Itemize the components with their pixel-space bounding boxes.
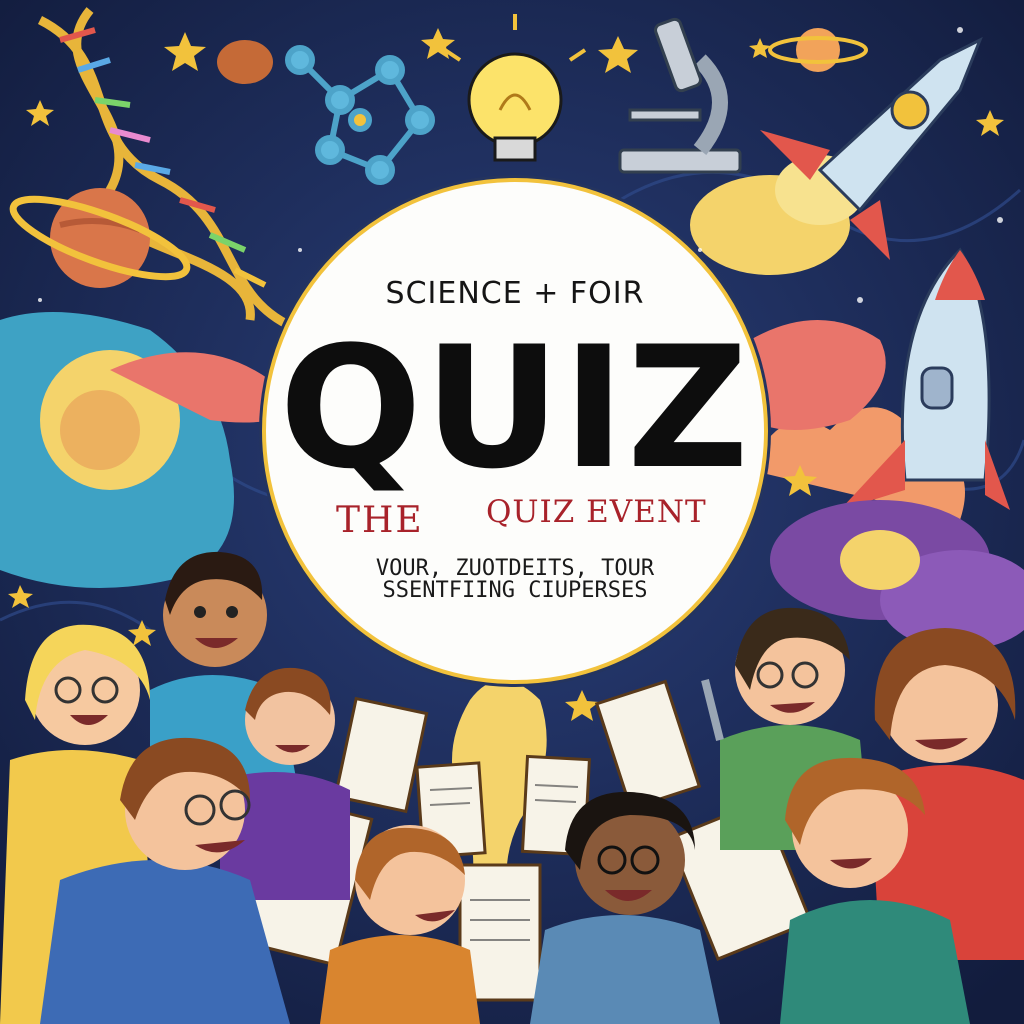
poster-tagline-line2: SSENTFIING CIUPERSES xyxy=(382,578,648,603)
quiz-poster: SCIENCE + FOIR QUIZ THE QUIZ EVENT VOUR,… xyxy=(0,0,1024,1024)
poster-subtitle-left: THE xyxy=(336,500,424,541)
poster-subtitle-right: QUIZ EVENT xyxy=(486,494,707,530)
asteroid-icon xyxy=(217,40,273,84)
poster-title: QUIZ xyxy=(279,310,751,506)
poster-supertitle: SCIENCE + FOIR xyxy=(385,276,645,311)
